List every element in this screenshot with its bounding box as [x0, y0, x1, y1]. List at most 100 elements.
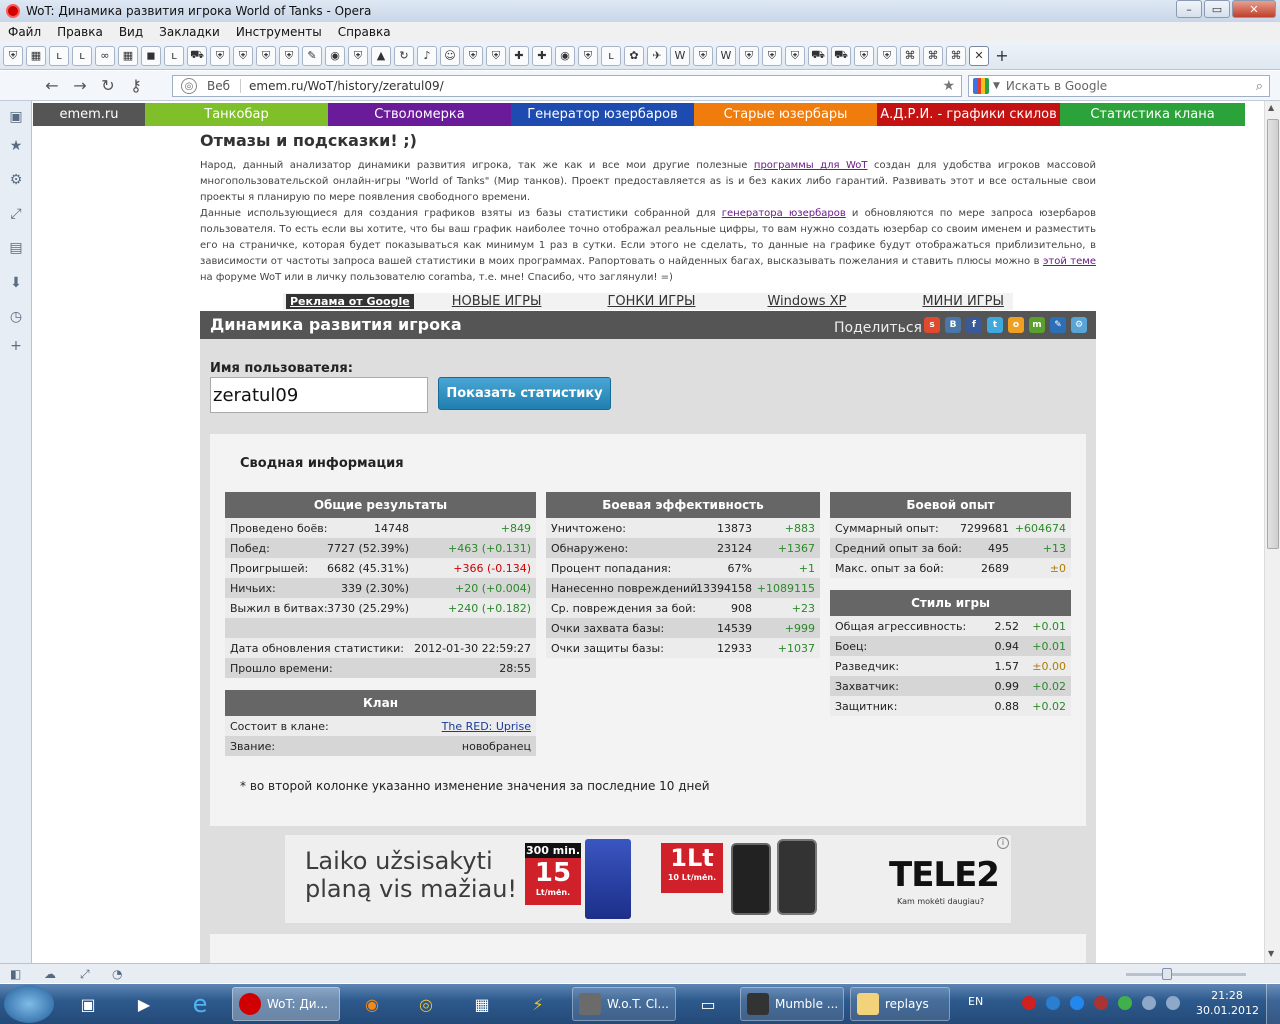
- ad-link-racing-games[interactable]: ГОНКИ ИГРЫ: [607, 294, 695, 309]
- firefox-icon[interactable]: ◉: [344, 987, 400, 1021]
- browser-tab[interactable]: ▦: [26, 45, 46, 66]
- taskbar-mumble-button[interactable]: Mumble ...: [740, 987, 844, 1021]
- key-icon[interactable]: ⚷: [124, 74, 148, 98]
- menu-bookmarks[interactable]: Закладки: [159, 25, 220, 39]
- tray-network-warn-icon[interactable]: [1094, 996, 1108, 1010]
- clan-link[interactable]: The RED: Uprise: [442, 720, 531, 733]
- menu-file[interactable]: Файл: [8, 25, 41, 39]
- browser-tab[interactable]: ⌘: [900, 45, 920, 66]
- browser-tab[interactable]: ⛨: [210, 45, 230, 66]
- share-moimir-icon[interactable]: m: [1029, 317, 1045, 333]
- ad-link-new-games[interactable]: НОВЫЕ ИГРЫ: [452, 294, 542, 309]
- address-field[interactable]: ◎ Веб emem.ru/WoT/history/zeratul09/ ★: [172, 75, 962, 97]
- maximize-button[interactable]: ▭: [1204, 0, 1230, 18]
- start-button[interactable]: [4, 985, 54, 1023]
- scrollbar-thumb[interactable]: [1267, 119, 1279, 549]
- back-icon[interactable]: ←: [40, 74, 64, 98]
- browser-tab[interactable]: ◉: [555, 45, 575, 66]
- history-clock-icon[interactable]: ◷: [9, 310, 23, 324]
- tray-bolt-icon[interactable]: [1070, 996, 1084, 1010]
- browser-tab[interactable]: ✿: [624, 45, 644, 66]
- scroll-up-icon[interactable]: ▲: [1268, 103, 1274, 112]
- browser-tab[interactable]: ▲: [371, 45, 391, 66]
- taskbar-replays-button[interactable]: replays: [850, 987, 950, 1021]
- browser-tab[interactable]: ʟ: [164, 45, 184, 66]
- monitor-icon[interactable]: ▭: [680, 987, 736, 1021]
- browser-tab[interactable]: ⛨: [233, 45, 253, 66]
- browser-tab[interactable]: ↻: [394, 45, 414, 66]
- search-field[interactable]: ▼ Искать в Google ⌕: [968, 75, 1270, 97]
- browser-tab[interactable]: ☺: [440, 45, 460, 66]
- forum-topic-link[interactable]: этой теме: [1043, 256, 1096, 267]
- browser-tab[interactable]: ∞: [95, 45, 115, 66]
- browser-tab[interactable]: ⛨: [3, 45, 23, 66]
- tray-app-icon[interactable]: [1046, 996, 1060, 1010]
- browser-tab[interactable]: ⛨: [279, 45, 299, 66]
- taskbar-wot-button[interactable]: W.o.T. Cl...: [572, 987, 676, 1021]
- bookmark-star-icon[interactable]: ★: [942, 78, 955, 94]
- add-panel-icon[interactable]: +: [9, 339, 23, 353]
- settings-gear-icon[interactable]: ⚙: [9, 173, 23, 187]
- close-button[interactable]: ✕: [1232, 0, 1276, 18]
- tray-signal-icon[interactable]: [1142, 996, 1156, 1010]
- chevron-down-icon[interactable]: ▼: [993, 81, 1000, 91]
- site-nav-item[interactable]: Старые юзербары: [694, 103, 877, 126]
- vertical-scrollbar[interactable]: ▲ ▼: [1264, 101, 1280, 963]
- control-panel-icon[interactable]: ▦: [454, 987, 510, 1021]
- show-stats-button[interactable]: Показать статистику: [438, 377, 611, 410]
- reload-icon[interactable]: ↻: [96, 74, 120, 98]
- browser-tab[interactable]: ⛨: [785, 45, 805, 66]
- username-input[interactable]: [210, 377, 428, 413]
- browser-tab[interactable]: ✚: [532, 45, 552, 66]
- minimize-button[interactable]: –: [1176, 0, 1202, 18]
- browser-tab[interactable]: ⛨: [463, 45, 483, 66]
- browser-tab[interactable]: ʟ: [601, 45, 621, 66]
- share-vk-icon[interactable]: B: [945, 317, 961, 333]
- speed-dial-icon[interactable]: ▣: [9, 110, 23, 124]
- ad-link-windows-xp[interactable]: Windows XP: [767, 294, 846, 309]
- chrome-icon[interactable]: ◎: [398, 987, 454, 1021]
- browser-tab[interactable]: ⛨: [693, 45, 713, 66]
- menu-view[interactable]: Вид: [119, 25, 143, 39]
- browser-tab[interactable]: ▦: [118, 45, 138, 66]
- share-surfingbird-icon[interactable]: s: [924, 317, 940, 333]
- browser-tab[interactable]: ⌘: [923, 45, 943, 66]
- share-twitter-icon[interactable]: t: [987, 317, 1003, 333]
- browser-tab[interactable]: ⛨: [486, 45, 506, 66]
- ad-info-icon[interactable]: i: [997, 837, 1009, 849]
- tray-opera-icon[interactable]: [1022, 996, 1036, 1010]
- ad-link-mini-games[interactable]: МИНИ ИГРЫ: [922, 294, 1004, 309]
- browser-tab[interactable]: ⌘: [946, 45, 966, 66]
- browser-tab[interactable]: ◼: [141, 45, 161, 66]
- tele2-ad-banner[interactable]: Laiko užsisakyti planą vis mažiau! 300 mi…: [284, 834, 1012, 924]
- browser-tab[interactable]: ⛨: [256, 45, 276, 66]
- browser-tab[interactable]: ⛟: [831, 45, 851, 66]
- browser-tab[interactable]: ✈: [647, 45, 667, 66]
- zoom-slider-knob[interactable]: [1162, 968, 1172, 980]
- opera-unite-icon[interactable]: ☁: [44, 967, 56, 981]
- downloads-icon[interactable]: ⬇: [9, 276, 23, 290]
- site-nav-item[interactable]: Танкобар: [145, 103, 328, 126]
- menu-edit[interactable]: Правка: [57, 25, 103, 39]
- system-clock[interactable]: 21:28 30.01.2012: [1196, 988, 1259, 1018]
- new-tab-icon[interactable]: +: [992, 46, 1012, 66]
- language-indicator[interactable]: EN: [968, 995, 983, 1008]
- forward-icon[interactable]: →: [68, 74, 92, 98]
- programs-link[interactable]: программы для WoT: [754, 160, 868, 171]
- feeds-icon[interactable]: ⤢: [9, 207, 23, 221]
- browser-tab[interactable]: ⛨: [854, 45, 874, 66]
- app-lightning-icon[interactable]: ⚡: [510, 987, 566, 1021]
- taskbar-opera-button[interactable]: WoT: Ди...: [232, 987, 340, 1021]
- menu-tools[interactable]: Инструменты: [236, 25, 322, 39]
- tab-close-icon[interactable]: ✕: [969, 45, 989, 66]
- scroll-down-icon[interactable]: ▼: [1268, 949, 1274, 958]
- internet-explorer-icon[interactable]: e: [172, 987, 228, 1021]
- browser-tab[interactable]: ⛨: [578, 45, 598, 66]
- browser-tab[interactable]: ⛟: [187, 45, 207, 66]
- search-icon[interactable]: ⌕: [1256, 79, 1263, 94]
- browser-tab[interactable]: ♪: [417, 45, 437, 66]
- zoom-slider[interactable]: [1126, 968, 1246, 980]
- userbar-generator-link[interactable]: генератора юзербаров: [722, 208, 846, 219]
- browser-tab[interactable]: ⛨: [739, 45, 759, 66]
- site-nav-item[interactable]: Стволомерка: [328, 103, 511, 126]
